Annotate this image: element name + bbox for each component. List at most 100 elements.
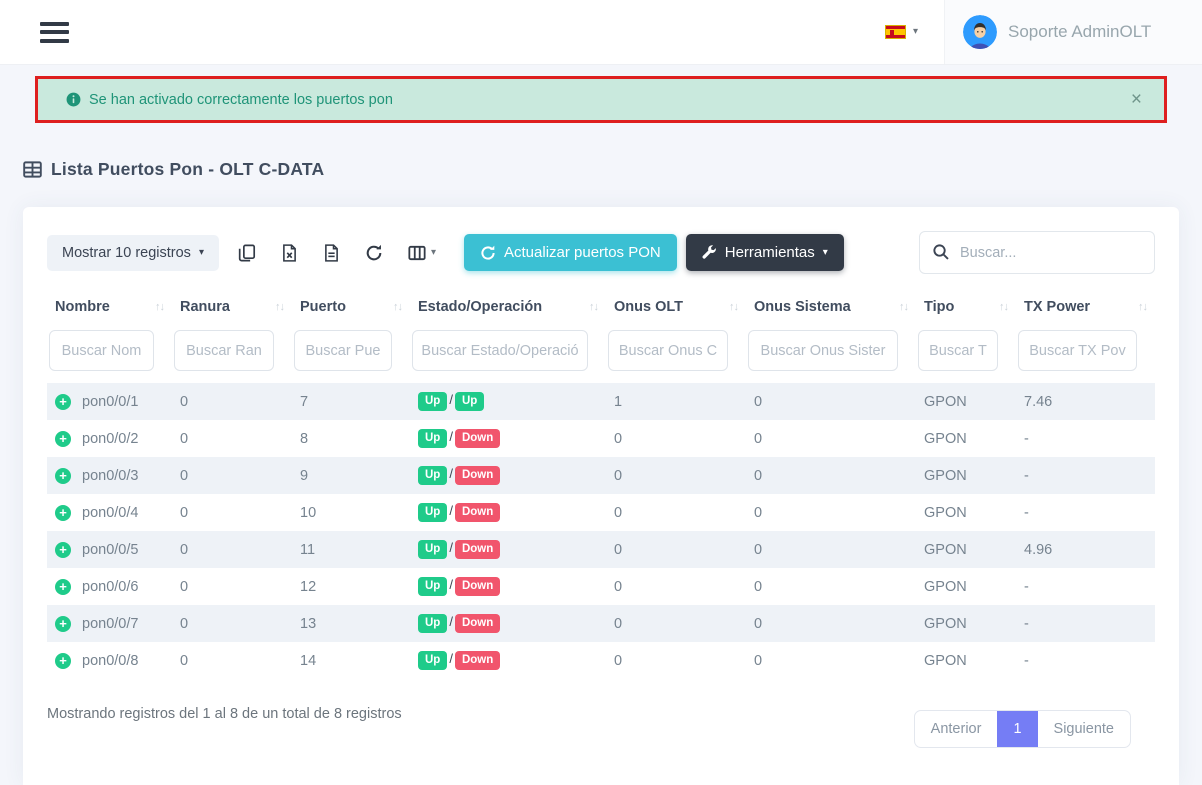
expand-row-icon[interactable]: + <box>55 542 71 558</box>
status-badge: Up <box>418 429 447 448</box>
cell-onus-olt: 0 <box>606 457 746 494</box>
column-header-ranura[interactable]: Ranura↑↓ <box>172 289 292 324</box>
cell-onus-olt: 0 <box>606 531 746 568</box>
filter-input-puerto[interactable] <box>294 330 392 371</box>
filter-input-onus_olt[interactable] <box>608 330 728 371</box>
expand-row-icon[interactable]: + <box>55 468 71 484</box>
filter-input-tipo[interactable] <box>918 330 998 371</box>
expand-row-icon[interactable]: + <box>55 431 71 447</box>
expand-row-icon[interactable]: + <box>55 653 71 669</box>
cell-tipo: GPON <box>916 642 1016 679</box>
hamburger-menu-icon[interactable] <box>40 22 69 43</box>
column-header-puerto[interactable]: Puerto↑↓ <box>292 289 410 324</box>
table-row: + pon0/0/4 0 10 Up/Down 0 0 GPON - <box>47 494 1155 531</box>
chevron-down-icon: ▾ <box>431 248 436 258</box>
app-window: ▾ Soporte AdminOLT <box>0 0 1202 785</box>
copy-button[interactable] <box>232 238 262 268</box>
search-input[interactable] <box>919 231 1155 274</box>
alert-close-icon[interactable]: × <box>1131 90 1142 109</box>
table-row: + pon0/0/6 0 12 Up/Down 0 0 GPON - <box>47 568 1155 605</box>
success-alert: Se han activado correctamente los puerto… <box>35 76 1167 123</box>
chevron-down-icon: ▾ <box>199 248 204 258</box>
cell-onus-olt: 1 <box>606 383 746 420</box>
sort-icons: ↑↓ <box>275 301 284 313</box>
header-row: Nombre↑↓Ranura↑↓Puerto↑↓Estado/Operación… <box>47 289 1155 324</box>
column-header-onus_olt[interactable]: Onus OLT ↑↓ <box>606 289 746 324</box>
pagination-previous[interactable]: Anterior <box>915 711 998 747</box>
column-header-tx_power[interactable]: TX Power↑↓ <box>1016 289 1155 324</box>
tools-dropdown-button[interactable]: Herramientas ▾ <box>686 234 844 271</box>
user-avatar <box>963 15 997 49</box>
cell-onus-sistema: 0 <box>746 642 916 679</box>
spain-flag-icon <box>885 25 906 39</box>
column-label: Tipo <box>924 299 954 315</box>
cell-onus-sistema: 0 <box>746 605 916 642</box>
expand-row-icon[interactable]: + <box>55 579 71 595</box>
user-name: Soporte AdminOLT <box>1008 22 1151 42</box>
expand-row-icon[interactable]: + <box>55 505 71 521</box>
language-dropdown[interactable]: ▾ <box>859 0 944 64</box>
filter-input-onus_sistema[interactable] <box>748 330 898 371</box>
sort-icons: ↑↓ <box>393 301 402 313</box>
export-excel-button[interactable] <box>275 238 304 268</box>
user-menu[interactable]: Soporte AdminOLT <box>944 0 1202 64</box>
cell-onus-olt: 0 <box>606 605 746 642</box>
filter-cell-estado_operacion <box>410 324 606 383</box>
port-name: pon0/0/4 <box>82 505 138 521</box>
filter-input-estado_operacion[interactable] <box>412 330 588 371</box>
column-header-estado_operacion[interactable]: Estado/Operación↑↓ <box>410 289 606 324</box>
top-navbar: ▾ Soporte AdminOLT <box>0 0 1202 65</box>
column-visibility-button[interactable]: ▾ <box>402 238 442 268</box>
cell-nombre: + pon0/0/2 <box>47 420 172 457</box>
cell-tipo: GPON <box>916 457 1016 494</box>
port-name: pon0/0/8 <box>82 653 138 669</box>
column-header-nombre[interactable]: Nombre↑↓ <box>47 289 172 324</box>
cell-nombre: + pon0/0/6 <box>47 568 172 605</box>
filter-input-tx_power[interactable] <box>1018 330 1137 371</box>
cell-tx-power: - <box>1016 642 1155 679</box>
cell-nombre: + pon0/0/3 <box>47 457 172 494</box>
sort-icons: ↑↓ <box>155 301 164 313</box>
port-name: pon0/0/1 <box>82 394 138 410</box>
cell-tx-power: - <box>1016 420 1155 457</box>
tools-button-label: Herramientas <box>725 244 815 261</box>
navbar-right: ▾ Soporte AdminOLT <box>859 0 1202 64</box>
status-badge: Down <box>455 540 500 559</box>
cell-puerto: 8 <box>292 420 410 457</box>
status-badge: Up <box>455 392 484 411</box>
column-label: Onus OLT <box>614 299 683 315</box>
pagination-next[interactable]: Siguiente <box>1038 711 1130 747</box>
page-title: Lista Puertos Pon - OLT C-DATA <box>23 159 1179 180</box>
status-badge: Up <box>418 466 447 485</box>
columns-icon <box>408 244 426 262</box>
records-info: Mostrando registros del 1 al 8 de un tot… <box>47 700 402 722</box>
cell-onus-sistema: 0 <box>746 383 916 420</box>
cell-puerto: 10 <box>292 494 410 531</box>
filter-row <box>47 324 1155 383</box>
cell-ranura: 0 <box>172 494 292 531</box>
column-header-tipo[interactable]: Tipo↑↓ <box>916 289 1016 324</box>
cell-estado-operacion: Up/Down <box>410 531 606 568</box>
cell-onus-olt: 0 <box>606 642 746 679</box>
cell-nombre: + pon0/0/1 <box>47 383 172 420</box>
navbar-left <box>0 0 859 64</box>
cell-puerto: 14 <box>292 642 410 679</box>
reload-table-button[interactable] <box>359 238 389 268</box>
filter-input-ranura[interactable] <box>174 330 274 371</box>
filter-cell-onus_olt <box>606 324 746 383</box>
slash-separator: / <box>449 429 453 444</box>
filter-input-nombre[interactable] <box>49 330 154 371</box>
export-file-button[interactable] <box>317 238 346 268</box>
table-row: + pon0/0/2 0 8 Up/Down 0 0 GPON - <box>47 420 1155 457</box>
refresh-icon <box>365 244 383 262</box>
port-name: pon0/0/3 <box>82 468 138 484</box>
length-menu-button[interactable]: Mostrar 10 registros ▾ <box>47 235 219 271</box>
sort-icons: ↑↓ <box>729 301 738 313</box>
pagination-page-1[interactable]: 1 <box>997 711 1037 747</box>
column-header-onus_sistema[interactable]: Onus Sistema↑↓ <box>746 289 916 324</box>
expand-row-icon[interactable]: + <box>55 394 71 410</box>
update-pon-ports-button[interactable]: Actualizar puertos PON <box>464 234 677 271</box>
expand-row-icon[interactable]: + <box>55 616 71 632</box>
cell-tipo: GPON <box>916 420 1016 457</box>
status-badge: Up <box>418 392 447 411</box>
